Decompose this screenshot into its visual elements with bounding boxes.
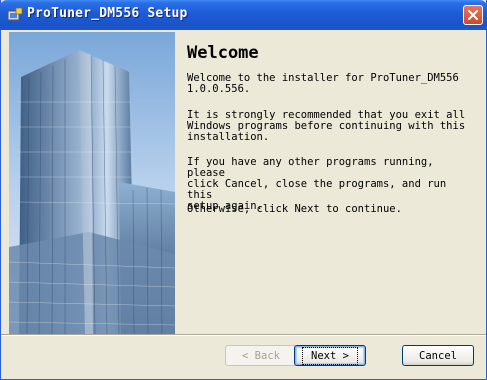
continue-paragraph: Otherwise, click Next to continue. [187,203,402,215]
close-button[interactable] [463,5,483,25]
page-heading: Welcome [187,43,259,63]
wizard-body: Welcome Welcome to the installer for Pro… [1,30,486,334]
close-icon [468,10,478,20]
installer-icon [7,7,23,21]
setup-window: ProTuner_DM556 Setup Welcome Welcome to … [0,0,487,380]
building-image [9,32,175,334]
back-button-label: < Back [242,349,280,362]
exit-programs-paragraph: It is strongly recommended that you exit… [187,109,466,143]
back-button[interactable]: < Back [225,345,297,366]
next-button-label: Next > [302,346,358,365]
cancel-button[interactable]: Cancel [402,345,474,366]
window-title: ProTuner_DM556 Setup [27,6,188,21]
next-button[interactable]: Next > [294,345,366,366]
footer-divider [1,334,486,336]
welcome-paragraph: Welcome to the installer for ProTuner_DM… [187,72,459,95]
title-bar[interactable]: ProTuner_DM556 Setup [0,0,487,30]
cancel-button-label: Cancel [419,349,457,362]
